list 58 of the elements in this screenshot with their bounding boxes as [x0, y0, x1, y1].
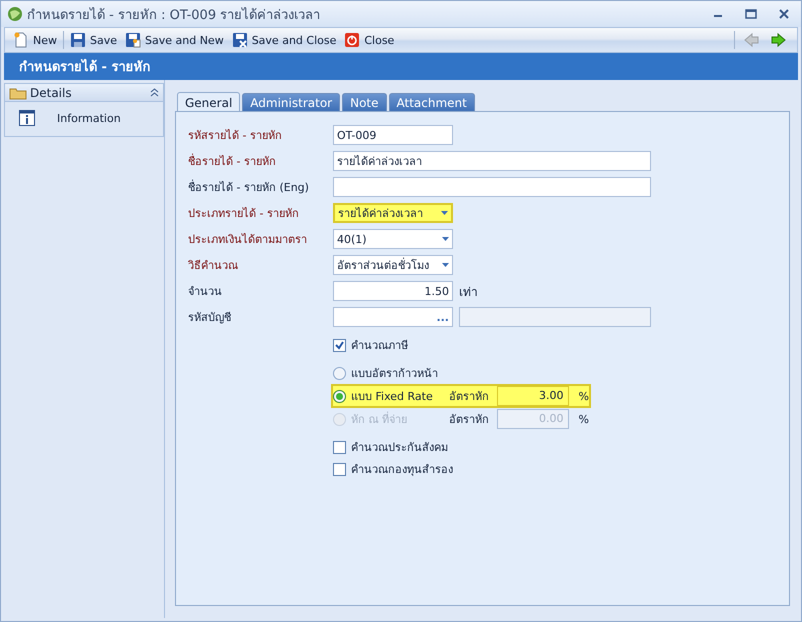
power-icon — [344, 32, 360, 48]
toolbar-button[interactable]: New — [9, 30, 61, 50]
percent-label: % — [578, 412, 589, 426]
checkbox-label: คำนวณกองทุนสำรอง — [351, 462, 453, 478]
checkbox[interactable] — [333, 440, 346, 454]
dropdown[interactable]: อัตราส่วนต่อชั่วโมง — [333, 255, 453, 275]
forward-arrow-icon[interactable] — [771, 32, 787, 48]
toolbar-button[interactable]: Save and New — [121, 30, 228, 50]
radio-button[interactable] — [333, 366, 346, 380]
number-field[interactable]: 1.50 — [333, 281, 453, 301]
lookup-field[interactable]: ... — [333, 307, 453, 327]
dropdown-arrow-icon[interactable] — [442, 263, 449, 267]
field-label: จำนวน — [188, 284, 223, 300]
toolbar-button[interactable]: Close — [340, 30, 398, 50]
checkbox-label: คำนวณประกันสังคม — [351, 440, 448, 456]
dropdown-arrow-icon[interactable] — [441, 211, 448, 215]
checkbox[interactable] — [333, 338, 346, 352]
dropdown-arrow-icon[interactable] — [442, 237, 449, 241]
field-label: ประเภทรายได้ - รายหัก — [188, 206, 300, 222]
toolbar-button[interactable]: Save — [66, 30, 122, 50]
info-icon — [19, 110, 35, 126]
field-label: ชื่อรายได้ - รายหัก (Eng) — [188, 178, 310, 196]
dropdown[interactable]: 40(1) — [333, 229, 453, 249]
app-logo-icon — [7, 6, 23, 22]
radio-button[interactable] — [333, 390, 346, 402]
radio-label: หัก ณ ที่จ่าย — [351, 410, 407, 428]
field-label: ประเภทเงินได้ตามมาตรา — [188, 232, 308, 248]
field-label: รหัสบัญชี — [188, 310, 232, 326]
maximize-icon[interactable] — [745, 9, 757, 19]
tab[interactable]: Administrator — [242, 93, 340, 111]
field-label: รหัสรายได้ - รายหัก — [188, 128, 283, 144]
rate-label: อัตราหัก — [449, 389, 490, 405]
sidebar-item[interactable]: Information — [5, 102, 163, 136]
new-document-icon — [13, 32, 29, 48]
text-field[interactable]: OT-009 — [333, 125, 453, 145]
page-header: กำหนดรายได้ - รายหัก — [4, 53, 798, 80]
text-field[interactable]: รายได้ค่าล่วงเวลา — [333, 151, 651, 171]
group-title: Details — [30, 86, 73, 100]
checkbox[interactable] — [333, 462, 346, 476]
radio-label: แบบอัตราก้าวหน้า — [351, 366, 438, 382]
dropdown[interactable]: รายได้ค่าล่วงเวลา — [333, 203, 453, 223]
percent-label: % — [578, 390, 589, 402]
text-field[interactable] — [333, 177, 651, 197]
checkbox-label: คำนวณภาษี — [351, 338, 408, 354]
rate-field[interactable]: 3.00 — [496, 386, 569, 406]
close-icon[interactable] — [779, 9, 789, 19]
unit-label: เท่า — [459, 284, 478, 300]
folder-icon — [9, 86, 27, 100]
tab[interactable]: General — [177, 92, 240, 112]
rate-label: อัตราหัก — [449, 412, 490, 428]
window-title: กำหนดรายได้ - รายหัก : OT-009 รายได้ค่าล่วงเวลา — [27, 6, 322, 24]
field-label: วิธีคำนวณ — [188, 258, 239, 274]
field-label: ชื่อรายได้ - รายหัก — [188, 152, 277, 170]
radio-label: แบบ Fixed Rate — [351, 389, 433, 405]
tab[interactable]: Note — [342, 93, 387, 111]
tab[interactable]: Attachment — [388, 93, 475, 111]
collapse-icon[interactable] — [150, 88, 159, 97]
toolbar-button[interactable]: Save and Close — [228, 30, 340, 50]
